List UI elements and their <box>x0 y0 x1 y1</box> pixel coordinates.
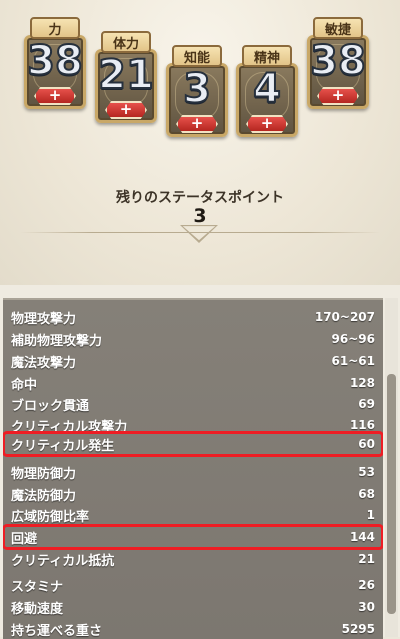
attribute-value: 69 <box>358 397 375 411</box>
attribute-value: 96~96 <box>331 332 375 346</box>
attribute-row: 魔法攻撃力 61~61 <box>3 350 383 372</box>
attribute-row: 魔法防御力 68 <box>3 483 383 505</box>
attribute-value: 128 <box>349 376 375 390</box>
remaining-points-value: 3 <box>193 205 207 227</box>
attribute-value: 26 <box>358 578 375 592</box>
attribute-row: 補助物理攻撃力 96~96 <box>3 328 383 350</box>
stat-label: 知能 <box>172 45 222 67</box>
attribute-value: 21 <box>358 552 375 566</box>
attribute-name: 移動速度 <box>11 601 64 617</box>
attribute-name: 物理防御力 <box>11 466 77 482</box>
attribute-name: 物理攻撃力 <box>11 311 77 327</box>
attribute-name: 補助物理攻撃力 <box>11 333 103 349</box>
attribute-name: 持ち運べる重さ <box>11 623 103 639</box>
attribute-name: 広域防御比率 <box>11 509 90 525</box>
add-agility-button[interactable]: + <box>317 87 359 105</box>
attribute-value: 60 <box>358 437 375 451</box>
attribute-list[interactable]: 物理攻撃力 170~207 補助物理攻撃力 96~96 魔法攻撃力 61~61 … <box>3 298 383 639</box>
stat-card-spirit: 精神 4 + <box>236 45 298 137</box>
attribute-name: 魔法攻撃力 <box>11 355 77 371</box>
remaining-points-label: 残りのステータスポイント <box>116 190 284 206</box>
add-strength-button[interactable]: + <box>34 87 76 105</box>
scrollbar[interactable] <box>385 298 398 637</box>
stat-value: 38 <box>309 38 367 84</box>
stat-allocation-panel: 力 38 + 体力 21 + 知能 3 + 精神 4 + 敏捷 38 + 残りの… <box>0 0 400 285</box>
add-stamina-button[interactable]: + <box>105 101 147 119</box>
attribute-row-highlighted: クリティカル発生 60 <box>3 431 383 457</box>
attribute-row: クリティカル抵抗 21 <box>3 548 383 570</box>
stat-label: 敏捷 <box>313 17 363 39</box>
attribute-row: 物理防御力 53 <box>3 461 383 483</box>
attribute-row: スタミナ 26 <box>3 574 383 596</box>
divider-notch-icon <box>180 225 218 243</box>
attribute-value: 5295 <box>341 622 375 636</box>
attribute-row: 命中 128 <box>3 372 383 394</box>
stat-value: 38 <box>26 38 84 84</box>
attribute-name: 回避 <box>11 531 38 547</box>
attribute-value: 61~61 <box>331 354 375 368</box>
add-spirit-button[interactable]: + <box>246 115 288 133</box>
attribute-value: 68 <box>358 487 375 501</box>
stat-value: 4 <box>252 66 282 112</box>
attribute-value: 53 <box>358 465 375 479</box>
stat-card-intelligence: 知能 3 + <box>166 45 228 137</box>
stat-value: 3 <box>182 66 212 112</box>
stat-card-agility: 敏捷 38 + <box>307 17 369 109</box>
attribute-row: 持ち運べる重さ 5295 <box>3 618 383 639</box>
attribute-row: 物理攻撃力 170~207 <box>3 306 383 328</box>
attribute-value: 144 <box>349 530 375 544</box>
attribute-name: クリティカル抵抗 <box>11 553 115 569</box>
stat-label: 精神 <box>242 45 292 67</box>
stat-value: 21 <box>97 52 155 98</box>
attribute-name: 魔法防御力 <box>11 488 77 504</box>
stat-label: 力 <box>30 17 80 39</box>
stat-card-strength: 力 38 + <box>24 17 86 109</box>
attribute-row-highlighted: 回避 144 <box>3 524 383 550</box>
attribute-name: ブロック貫通 <box>11 398 90 414</box>
stat-card-stamina: 体力 21 + <box>95 31 157 123</box>
attribute-name: スタミナ <box>11 579 64 595</box>
attribute-value: 116 <box>349 418 375 432</box>
divider <box>20 232 380 233</box>
attribute-row: 移動速度 30 <box>3 596 383 618</box>
stat-label: 体力 <box>101 31 151 53</box>
attribute-value: 170~207 <box>314 310 375 324</box>
attribute-value: 1 <box>366 508 375 522</box>
attribute-row: ブロック貫通 69 <box>3 393 383 415</box>
attribute-value: 30 <box>358 600 375 614</box>
attribute-name: クリティカル発生 <box>11 438 115 454</box>
add-intelligence-button[interactable]: + <box>176 115 218 133</box>
attribute-row: 広域防御比率 1 <box>3 504 383 526</box>
scrollbar-thumb[interactable] <box>387 374 396 614</box>
attribute-name: 命中 <box>11 377 38 393</box>
